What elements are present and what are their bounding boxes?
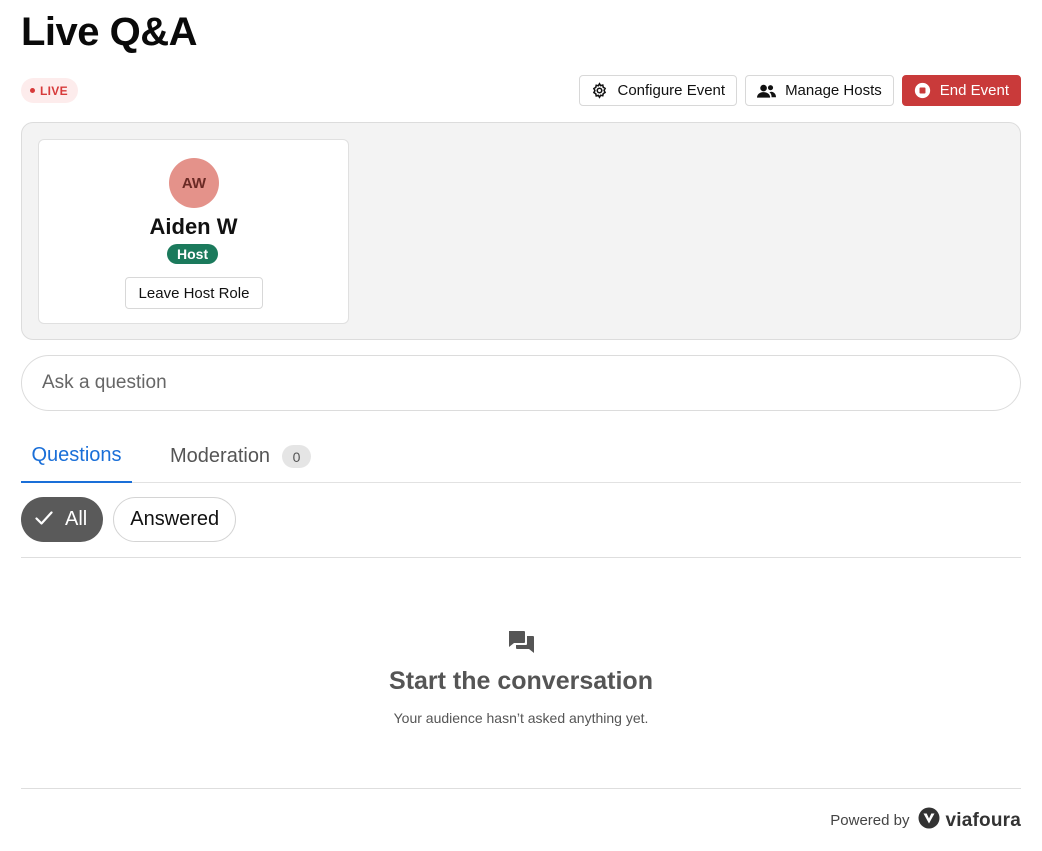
end-event-label: End Event bbox=[939, 82, 1009, 99]
configure-event-label: Configure Event bbox=[617, 82, 726, 99]
event-toolbar: Configure Event Manage Hosts End Event bbox=[579, 75, 1021, 106]
end-event-button[interactable]: End Event bbox=[901, 75, 1021, 106]
tab-moderation-label: Moderation bbox=[170, 445, 271, 467]
ask-question-input[interactable] bbox=[21, 355, 1021, 411]
host-role-badge: Host bbox=[167, 244, 219, 264]
live-status-badge: LIVE bbox=[21, 78, 78, 103]
users-icon bbox=[757, 83, 777, 99]
configure-event-button[interactable]: Configure Event bbox=[579, 75, 738, 106]
host-name: Aiden W bbox=[149, 214, 238, 239]
filter-answered-label: Answered bbox=[130, 508, 220, 530]
leave-host-role-button[interactable]: Leave Host Role bbox=[125, 277, 263, 309]
manage-hosts-label: Manage Hosts bbox=[785, 82, 882, 99]
footer: Powered by viafoura bbox=[830, 807, 1021, 834]
viafoura-logo[interactable]: viafoura bbox=[918, 807, 1021, 834]
filter-chips: All Answered bbox=[21, 497, 237, 542]
empty-state-title: Start the conversation bbox=[389, 667, 653, 695]
filter-all-chip[interactable]: All bbox=[21, 497, 104, 542]
filter-answered-chip[interactable]: Answered bbox=[113, 497, 237, 542]
viafoura-brand-text: viafoura bbox=[945, 809, 1021, 831]
powered-by-label: Powered by bbox=[830, 812, 910, 829]
chat-bubbles-icon bbox=[508, 630, 535, 659]
page-title: Live Q&A bbox=[21, 10, 198, 54]
divider bbox=[21, 557, 1021, 558]
stop-circle-icon bbox=[914, 82, 931, 99]
host-stage: AW Aiden W Host Leave Host Role bbox=[21, 122, 1021, 340]
tab-questions-label: Questions bbox=[31, 444, 122, 466]
avatar: AW bbox=[169, 158, 219, 208]
live-dot-icon bbox=[30, 88, 35, 93]
tab-moderation[interactable]: Moderation 0 bbox=[170, 430, 312, 483]
manage-hosts-button[interactable]: Manage Hosts bbox=[745, 75, 894, 106]
moderation-count-badge: 0 bbox=[282, 445, 312, 468]
host-card: AW Aiden W Host Leave Host Role bbox=[38, 139, 349, 324]
footer-divider bbox=[21, 788, 1021, 789]
live-label: LIVE bbox=[40, 83, 68, 98]
tab-bar: Questions Moderation 0 bbox=[21, 430, 1021, 483]
gear-icon bbox=[591, 82, 608, 99]
checkmark-icon bbox=[35, 508, 53, 531]
tab-questions[interactable]: Questions bbox=[21, 430, 132, 483]
filter-all-label: All bbox=[65, 508, 88, 530]
viafoura-logo-icon bbox=[918, 807, 940, 834]
empty-state-subtitle: Your audience hasn’t asked anything yet. bbox=[393, 710, 649, 726]
